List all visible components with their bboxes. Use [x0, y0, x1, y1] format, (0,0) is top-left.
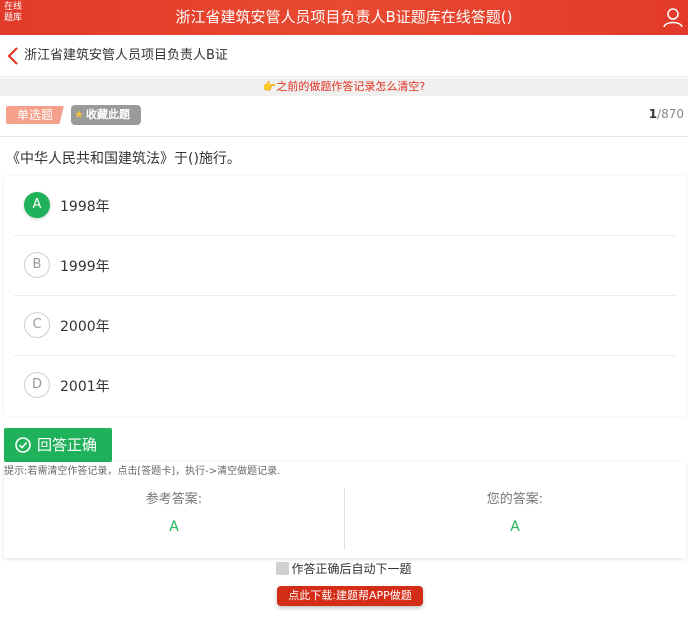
check-circle-icon — [15, 437, 31, 453]
options-list: A 1998年 B 1999年 C 2000年 D 2001年 — [4, 176, 686, 416]
nav-bar: 浙江省建筑安管人员项目负责人B证 — [0, 35, 688, 77]
question-text: 《中华人民共和国建筑法》于()施行。 — [6, 151, 241, 167]
download-app-button[interactable]: 点此下载:建题帮APP做题 — [277, 586, 423, 606]
question-counter: 1/870 — [649, 107, 684, 121]
reference-answer: 参考答案: A — [4, 488, 344, 535]
divider — [0, 136, 688, 137]
clear-record-notice[interactable]: 👉之前的做题作答记录怎么清空? — [0, 78, 688, 96]
pointing-hand-icon: 👉 — [262, 80, 277, 93]
option-text: 2001年 — [60, 379, 110, 395]
star-icon: ★ — [74, 108, 84, 121]
app-title: 浙江省建筑安管人员项目负责人B证题库在线答题() — [175, 8, 513, 26]
option-d[interactable]: D 2001年 — [14, 356, 676, 416]
your-answer-label: 您的答案: — [486, 492, 544, 507]
question-type-badge: 单选题 — [6, 106, 64, 124]
nav-title: 浙江省建筑安管人员项目负责人B证 — [24, 48, 228, 63]
total-number: /870 — [657, 107, 684, 121]
option-c[interactable]: C 2000年 — [14, 296, 676, 356]
chevron-left-icon[interactable] — [6, 47, 20, 65]
option-letter: B — [24, 252, 50, 278]
your-answer: 您的答案: A — [345, 488, 685, 535]
option-text: 1998年 — [60, 199, 110, 215]
user-icon[interactable] — [662, 6, 684, 28]
option-b[interactable]: B 1999年 — [14, 236, 676, 296]
current-number: 1 — [648, 107, 658, 121]
your-answer-value: A — [510, 519, 520, 535]
option-letter: A — [24, 192, 50, 218]
result-label: 回答正确 — [37, 436, 98, 454]
favorite-label: 收藏此题 — [86, 108, 130, 121]
result-badge: 回答正确 — [4, 428, 112, 462]
option-letter: C — [24, 312, 50, 338]
notice-text[interactable]: 之前的做题作答记录怎么清空? — [276, 80, 425, 93]
option-text: 1999年 — [60, 259, 110, 275]
reference-answer-label: 参考答案: — [145, 492, 203, 507]
top-header: 在线题库 浙江省建筑安管人员项目负责人B证题库在线答题() — [0, 0, 688, 35]
question-header: 单选题 ★ 收藏此题 1/870 — [0, 96, 688, 136]
favorite-button[interactable]: ★ 收藏此题 — [71, 105, 141, 125]
option-text: 2000年 — [60, 319, 110, 335]
auto-next-label[interactable]: 作答正确后自动下一题 — [291, 562, 411, 576]
option-a[interactable]: A 1998年 — [14, 176, 676, 236]
auto-next-checkbox[interactable] — [276, 562, 290, 575]
auto-next-toggle[interactable]: 作答正确后自动下一题 — [0, 560, 688, 577]
reference-answer-value: A — [169, 519, 179, 535]
clear-record-hint: 提示:若需清空作答记录，点击[答题卡]，执行->清空做题记录. — [4, 466, 281, 477]
option-letter: D — [24, 372, 50, 398]
